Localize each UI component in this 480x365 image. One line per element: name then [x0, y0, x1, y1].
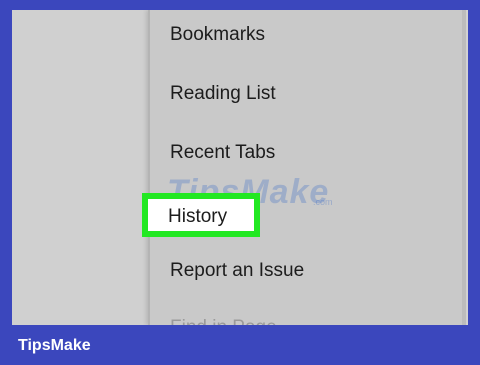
phone-screen: Bookmarks Reading List Recent Tabs Repor… [12, 10, 468, 325]
history-highlight-box: History [142, 193, 260, 237]
menu-item-reading-list[interactable]: Reading List [170, 83, 276, 105]
footer-bar: TipsMake [0, 325, 480, 365]
menu-item-history-label: History [168, 206, 228, 227]
menu-item-report-an-issue[interactable]: Report an Issue [170, 260, 304, 282]
menu-item-history[interactable]: History [148, 199, 254, 231]
menu-item-recent-tabs[interactable]: Recent Tabs [170, 142, 275, 164]
menu-item-find-in-page[interactable]: Find in Page [170, 317, 277, 325]
browser-menu: Bookmarks Reading List Recent Tabs Repor… [148, 10, 466, 325]
menu-edge [462, 10, 466, 325]
watermark-suffix: .com [313, 197, 333, 207]
browser-page-background [12, 10, 148, 325]
brand-logo-text: TipsMake [18, 337, 91, 354]
menu-item-bookmarks[interactable]: Bookmarks [170, 24, 265, 46]
